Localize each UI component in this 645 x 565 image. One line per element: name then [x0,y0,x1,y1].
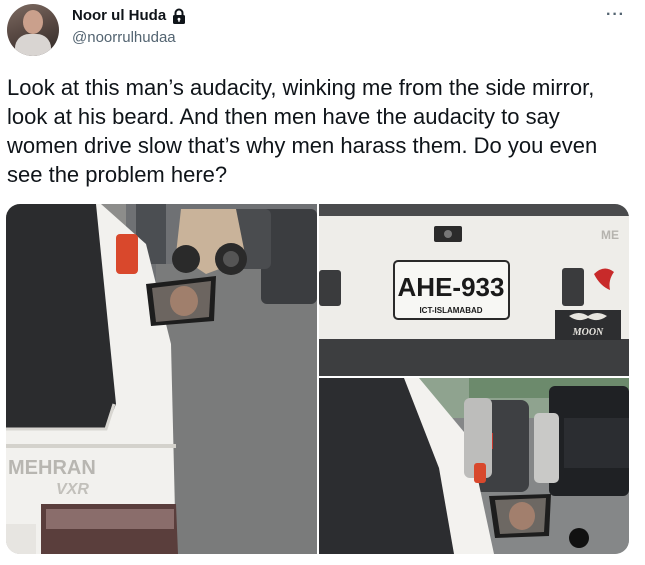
car-brand-fragment: ME [601,228,619,242]
tweet-text: Look at this man’s audacity, winking me … [7,75,598,187]
photo-traffic-mirror[interactable] [319,378,629,554]
lock-icon [173,8,186,24]
sticker-text: MOON [572,327,604,338]
display-name-row[interactable]: Noor ul Huda [72,7,187,24]
avatar-face [23,10,43,34]
car-badge-model: MEHRAN [8,457,96,479]
plate-city: ICT-ISLAMABAD [419,306,482,315]
plate-number: AHE-933 [398,272,505,302]
car-badge-variant: VXR [56,481,89,498]
tweet-header: Noor ul Huda @noorrulhudaa ··· [0,0,645,60]
user-handle[interactable]: @noorrulhudaa [72,29,176,46]
media-grid: MEHRAN VXR AHE-933 ICT-ISLAMABAD MOON ME [6,204,629,554]
photo-car-side-mirror[interactable]: MEHRAN VXR [6,204,317,554]
avatar-shirt [15,34,51,56]
display-name[interactable]: Noor ul Huda [72,7,166,24]
more-options-icon[interactable]: ··· [606,6,625,24]
avatar[interactable] [7,4,59,56]
photo-license-plate[interactable]: AHE-933 ICT-ISLAMABAD MOON ME [319,204,629,376]
